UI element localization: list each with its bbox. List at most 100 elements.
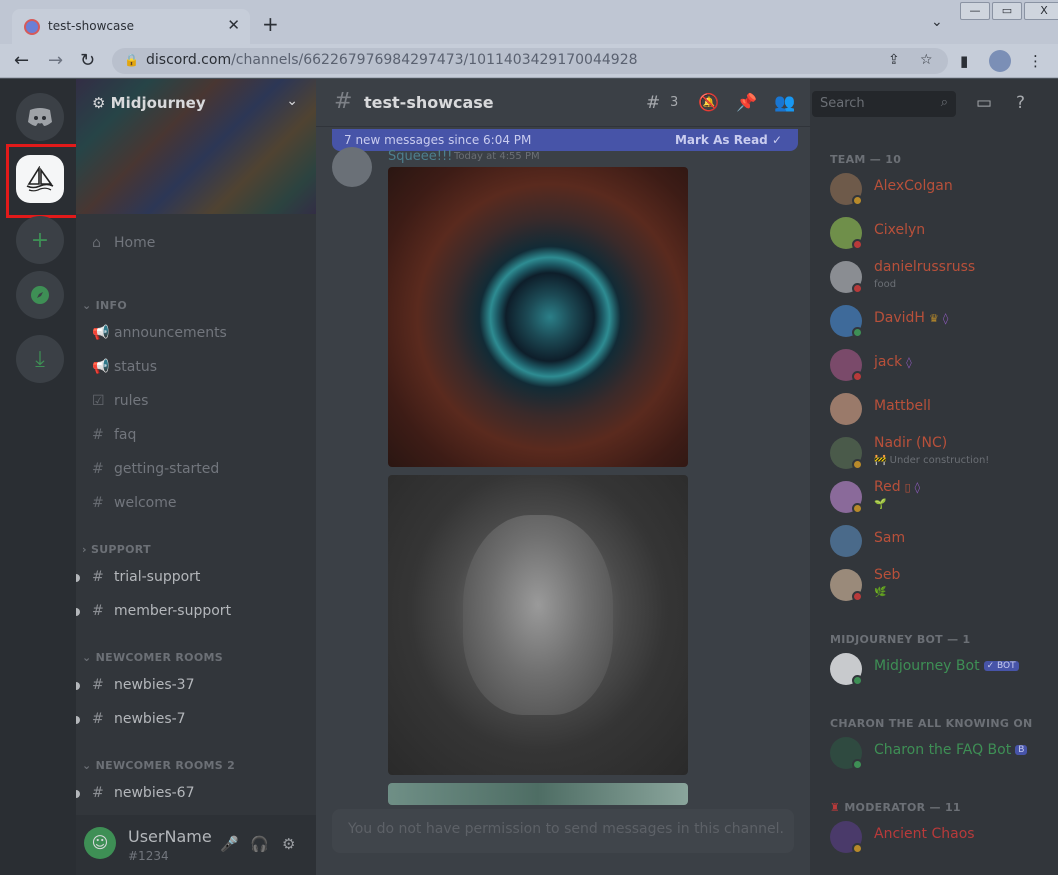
close-tab-icon[interactable]: ✕ bbox=[227, 16, 240, 34]
channel-status[interactable]: 📢 status bbox=[92, 359, 157, 381]
threads-hash-icon: # bbox=[92, 785, 104, 801]
profile-avatar[interactable] bbox=[989, 50, 1011, 72]
unread-indicator bbox=[76, 608, 80, 616]
member-item[interactable]: Seb 🌿 bbox=[830, 565, 1058, 605]
close-window-button[interactable]: X bbox=[1024, 2, 1058, 20]
back-icon[interactable]: ← bbox=[14, 50, 29, 71]
member-item[interactable]: Nadir (NC) 🚧 Under construction! bbox=[830, 433, 1058, 473]
category-support[interactable]: › SUPPORT bbox=[82, 543, 151, 556]
side-panel-icon[interactable]: ▮ bbox=[960, 52, 968, 70]
showcase-image-eye[interactable] bbox=[388, 167, 688, 467]
minimize-button[interactable]: — bbox=[960, 2, 990, 20]
avatar[interactable]: ☺ bbox=[84, 827, 116, 859]
bot-badge: B bbox=[1015, 745, 1028, 755]
status-idle-icon bbox=[852, 195, 863, 206]
menu-kebab-icon[interactable]: ⋮ bbox=[1028, 52, 1043, 70]
chevron-down-icon[interactable]: ⌄ bbox=[931, 14, 943, 30]
headphones-icon[interactable]: 🎧 bbox=[250, 835, 269, 853]
crown-icon: ♛ bbox=[928, 312, 939, 325]
megaphone-icon: 📢 bbox=[92, 325, 110, 341]
mute-bell-icon[interactable]: 🔕 bbox=[698, 93, 719, 113]
members-icon[interactable]: 👥 bbox=[774, 93, 795, 113]
member-item[interactable]: Ancient Chaos bbox=[830, 817, 1058, 857]
channel-announcements[interactable]: 📢 announcements bbox=[92, 325, 227, 347]
window-controls: — ▭ X bbox=[960, 2, 1058, 20]
channel-rules[interactable]: ☑ rules bbox=[92, 393, 148, 415]
status-emoji-icon: 🌱 bbox=[874, 499, 887, 510]
threads-icon[interactable]: # bbox=[646, 93, 660, 113]
user-name: UserName bbox=[128, 827, 212, 846]
chat-main: # test-showcase # 3 🔕 📌 👥 7 new messages… bbox=[316, 79, 810, 875]
nitro-gem-icon: ◊ bbox=[906, 356, 912, 369]
member-item[interactable]: DavidH ♛ ◊ bbox=[830, 301, 1058, 341]
member-item[interactable]: AlexColgan bbox=[830, 169, 1058, 209]
gear-icon[interactable]: ⚙ bbox=[282, 835, 295, 853]
unread-indicator bbox=[76, 790, 80, 798]
category-info[interactable]: ⌄ INFO bbox=[82, 299, 127, 312]
channel-trial-support[interactable]: # trial-support bbox=[76, 569, 200, 591]
megaphone-icon: 📢 bbox=[92, 359, 110, 375]
member-item[interactable]: Sam bbox=[830, 521, 1058, 561]
search-input[interactable]: Search ⌕ bbox=[812, 91, 956, 117]
browser-toolbar: ← → ↻ 🔒 discord.com/channels/66226797698… bbox=[0, 44, 1058, 78]
hash-icon: # bbox=[92, 461, 104, 477]
status-dnd-icon bbox=[852, 371, 863, 382]
member-item[interactable]: Cixelyn bbox=[830, 213, 1058, 253]
discord-home-icon[interactable] bbox=[16, 93, 64, 141]
message-author[interactable]: Squeee!!! bbox=[388, 149, 452, 164]
message-author-avatar[interactable] bbox=[332, 147, 372, 187]
forward-icon[interactable]: → bbox=[48, 50, 63, 71]
showcase-image-partial[interactable] bbox=[388, 783, 688, 805]
category-newcomer-rooms-2[interactable]: ⌄ NEWCOMER ROOMS 2 bbox=[82, 759, 235, 772]
address-bar[interactable]: 🔒 discord.com/channels/66226797698429747… bbox=[112, 48, 948, 74]
status-idle-icon bbox=[852, 503, 863, 514]
browser-tab[interactable]: test-showcase ✕ bbox=[12, 9, 250, 44]
share-icon[interactable]: ⇪ bbox=[888, 52, 900, 68]
status-online-icon bbox=[852, 759, 863, 770]
discord-favicon-icon bbox=[24, 19, 40, 35]
channel-newbies-37[interactable]: # newbies-37 bbox=[76, 677, 195, 699]
server-name[interactable]: ⚙ Midjourney bbox=[92, 94, 206, 112]
star-icon[interactable]: ☆ bbox=[920, 52, 933, 68]
channel-welcome[interactable]: # welcome bbox=[92, 495, 176, 517]
tab-title: test-showcase bbox=[48, 19, 134, 33]
checkbox-icon: ☑ bbox=[92, 393, 105, 409]
new-tab-icon[interactable]: + bbox=[262, 12, 279, 36]
mute-mic-icon[interactable]: 🎤 bbox=[220, 835, 239, 853]
member-group-team: TEAM — 10 bbox=[830, 153, 902, 166]
hash-icon: # bbox=[92, 569, 104, 585]
member-item[interactable]: Red ▯ ◊ 🌱 bbox=[830, 477, 1058, 517]
home-icon: ⌂ bbox=[92, 235, 101, 251]
status-dnd-icon bbox=[852, 283, 863, 294]
maximize-button[interactable]: ▭ bbox=[992, 2, 1022, 20]
sidebar-item-home[interactable]: ⌂ Home bbox=[92, 235, 155, 257]
member-item[interactable]: Mattbell bbox=[830, 389, 1058, 429]
explore-compass-icon[interactable] bbox=[16, 271, 64, 319]
inbox-icon[interactable]: ▭ bbox=[976, 93, 992, 113]
bot-badge: ✓ BOT bbox=[983, 661, 1019, 671]
showcase-image-portrait[interactable] bbox=[388, 475, 688, 775]
moderator-icon: ♜ bbox=[830, 801, 841, 814]
add-server-icon[interactable]: + bbox=[16, 216, 64, 264]
help-icon[interactable]: ? bbox=[1016, 93, 1025, 113]
member-item[interactable]: danielrussruss food bbox=[830, 257, 1058, 297]
download-icon[interactable]: ⤓ bbox=[16, 335, 64, 383]
member-item-charon[interactable]: Charon the FAQ Bot B bbox=[830, 733, 1058, 773]
new-messages-bar[interactable]: 7 new messages since 6:04 PM Mark As Rea… bbox=[332, 129, 798, 151]
status-idle-icon bbox=[852, 843, 863, 854]
channel-member-support[interactable]: # member-support bbox=[76, 603, 231, 625]
channel-faq[interactable]: # faq bbox=[92, 427, 136, 449]
selection-highlight bbox=[6, 144, 84, 218]
member-item-midjourney-bot[interactable]: Midjourney Bot ✓ BOT bbox=[830, 649, 1058, 689]
pin-icon[interactable]: 📌 bbox=[736, 93, 757, 113]
mark-as-read-button[interactable]: Mark As Read ✓ bbox=[675, 133, 782, 147]
category-newcomer-rooms[interactable]: ⌄ NEWCOMER ROOMS bbox=[82, 651, 223, 664]
channel-newbies-7[interactable]: # newbies-7 bbox=[76, 711, 186, 733]
channel-newbies-67[interactable]: # newbies-67 bbox=[76, 785, 195, 807]
reload-icon[interactable]: ↻ bbox=[80, 50, 95, 71]
channel-getting-started[interactable]: # getting-started bbox=[92, 461, 219, 483]
member-item[interactable]: jack ◊ bbox=[830, 345, 1058, 385]
channel-title: test-showcase bbox=[364, 93, 494, 112]
unread-indicator bbox=[76, 574, 80, 582]
server-menu-chevron-icon[interactable]: ⌄ bbox=[286, 93, 298, 109]
